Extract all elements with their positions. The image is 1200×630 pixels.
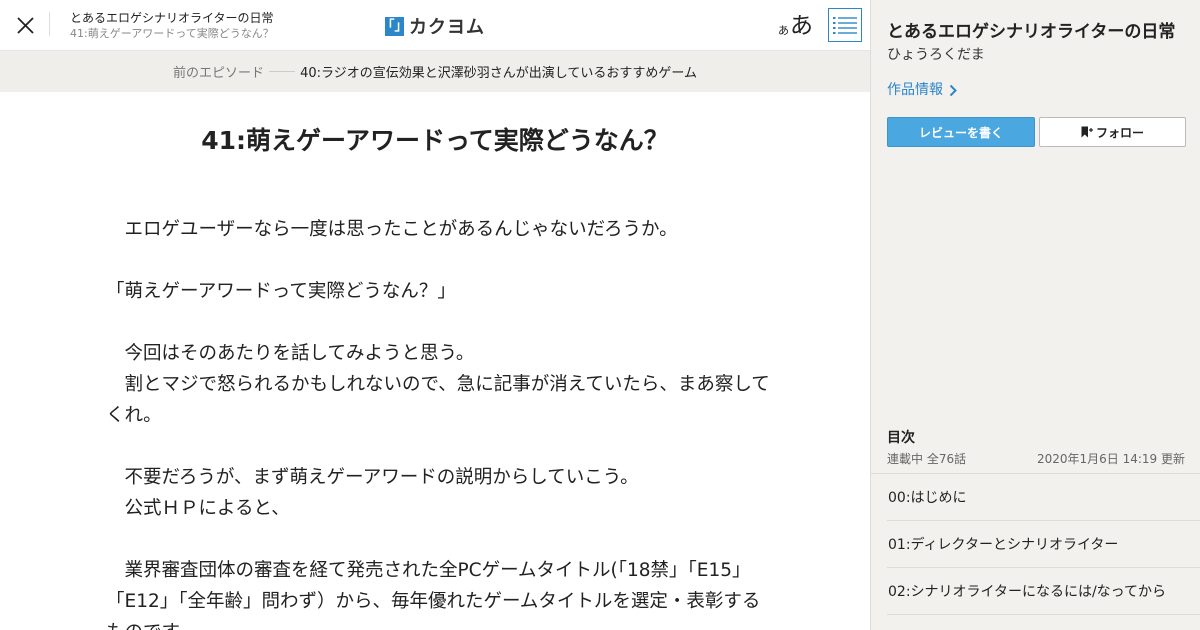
reader-main: とあるエロゲシナリオライターの日常 41:萌えゲーアワードって実際どうなん？ 「… <box>0 0 870 630</box>
previous-episode-bar: 前のエピソード 40:ラジオの宣伝効果と沢澤砂羽さんが出演しているおすすめゲーム <box>0 51 870 92</box>
episode-paragraph: 割とマジで怒られるかもしれないので、急に記事が消えていたら、まあ察してくれ。 <box>106 374 770 426</box>
episode-paragraph: 今回はそのあたりを話してみようと思う。 <box>106 343 475 364</box>
font-size-large-glyph: あ <box>790 13 813 39</box>
chevron-right-icon <box>949 84 957 96</box>
episode-paragraph: 不要だろうが、まず萌えゲーアワードの説明からしていこう。 <box>106 467 639 488</box>
previous-episode-link[interactable]: 40:ラジオの宣伝効果と沢澤砂羽さんが出演しているおすすめゲーム <box>300 62 697 81</box>
write-review-button[interactable]: レビューを書く <box>887 117 1035 147</box>
episode-title: 41:萌えゲーアワードって実際どうなん？ <box>201 126 669 155</box>
follow-button-label: フォロー <box>1095 125 1144 140</box>
header-episode-title: 41:萌えゲーアワードって実際どうなん？ <box>70 27 274 40</box>
episode-paragraph <box>106 245 771 276</box>
toc-item[interactable]: 01:ディレクターとシナリオライター <box>887 521 1200 568</box>
episode-paragraph <box>106 524 771 555</box>
kakuyomu-logo[interactable]: 「」 カクヨム <box>381 13 485 39</box>
sidebar-work-title[interactable]: とあるエロゲシナリオライターの日常 <box>887 20 1175 44</box>
follow-button[interactable]: フォロー <box>1039 117 1186 147</box>
episode-paragraph <box>106 431 771 462</box>
previous-episode-label: 前のエピソード <box>173 66 265 81</box>
bookmark-plus-icon <box>1081 126 1093 138</box>
toc-item[interactable]: 00:はじめに <box>887 474 1200 521</box>
font-size-button[interactable]: あ あ <box>778 8 813 40</box>
font-size-small-glyph: あ <box>778 24 789 37</box>
sidebar: とあるエロゲシナリオライターの日常 ひょうろくだま 作品情報 レビューを書く フ… <box>870 0 1200 630</box>
header-titles: とあるエロゲシナリオライターの日常 41:萌えゲーアワードって実際どうなん？ <box>70 10 274 42</box>
header-divider <box>49 12 50 36</box>
toc-heading: 目次 <box>887 430 915 446</box>
toc-status: 連載中 全76話 <box>887 452 967 466</box>
episode-paragraph: 公式ＨＰによると、 <box>106 498 290 519</box>
toc-item[interactable]: 02:シナリオライターになるには/なってから <box>887 568 1200 615</box>
episode-body: エロゲユーザーなら一度は思ったことがあるんじゃないだろうか。 「萌えゲーアワードっ… <box>106 214 771 630</box>
close-button[interactable] <box>0 0 50 50</box>
reader-header: とあるエロゲシナリオライターの日常 41:萌えゲーアワードって実際どうなん？ 「… <box>0 0 870 51</box>
toc-updated-date: 2020年1月6日 14:19 更新 <box>1036 452 1185 466</box>
header-work-title[interactable]: とあるエロゲシナリオライターの日常 <box>70 10 274 26</box>
episode-paragraph: エロゲユーザーなら一度は思ったことがあるんじゃないだろうか。 <box>106 219 678 240</box>
logo-mark-icon: 「」 <box>381 16 408 36</box>
previous-episode-separator <box>269 71 296 72</box>
list-icon <box>833 17 857 34</box>
sidebar-author[interactable]: ひょうろくだま <box>887 45 985 65</box>
episode-paragraph: 業界審査団体の審査を経て発売された全PCゲームタイトル(「18禁」「E15」「E… <box>106 560 761 630</box>
work-info-link[interactable]: 作品情報 <box>887 80 957 100</box>
episode-paragraph: 「萌えゲーアワードって実際どうなん？」 <box>106 281 456 302</box>
toc-list: 00:はじめに 01:ディレクターとシナリオライター 02:シナリオライターにな… <box>887 474 1200 615</box>
logo-text: カクヨム <box>409 17 485 38</box>
episode-paragraph <box>106 307 771 338</box>
close-icon <box>16 16 34 34</box>
toc-menu-button[interactable] <box>828 8 862 42</box>
work-info-label: 作品情報 <box>887 82 943 98</box>
